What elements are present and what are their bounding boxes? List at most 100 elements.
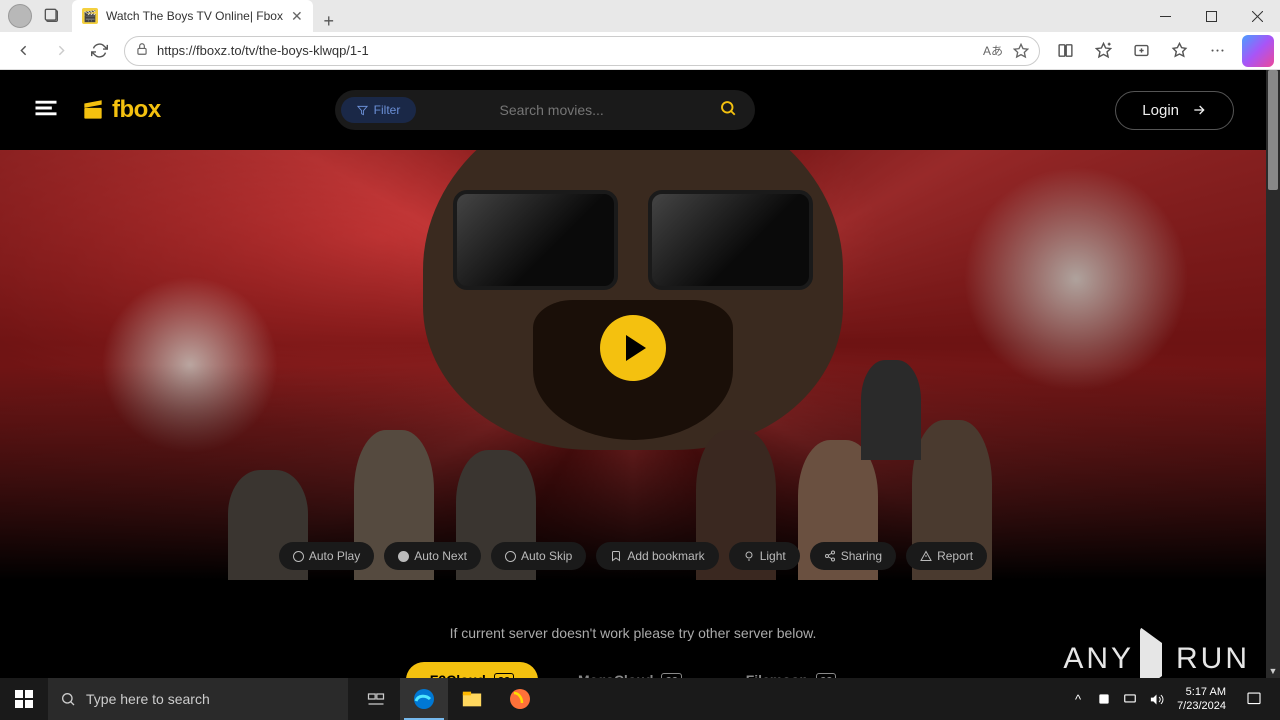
anyrun-watermark: ANY RUN xyxy=(1063,642,1250,676)
filter-button[interactable]: Filter xyxy=(341,97,417,123)
search-wrap: Filter xyxy=(371,90,755,130)
address-actions: Aあ xyxy=(983,42,1029,59)
auto-skip-toggle[interactable]: Auto Skip xyxy=(491,542,586,570)
reader-mode-icon[interactable]: Aあ xyxy=(983,42,1003,59)
light-label: Light xyxy=(760,549,786,563)
search-icon xyxy=(60,691,76,707)
tray-security-icon[interactable] xyxy=(1091,692,1117,706)
tab-strip: 🎬 Watch The Boys TV Online| Fbox ✕ + xyxy=(72,0,1142,32)
collections-icon[interactable] xyxy=(1124,34,1158,68)
page-scrollbar[interactable]: ▲ ▼ xyxy=(1266,70,1280,678)
tab-title: Watch The Boys TV Online| Fbox xyxy=(106,9,283,23)
auto-play-label: Auto Play xyxy=(309,549,360,563)
address-bar[interactable]: https://fboxz.to/tv/the-boys-klwqp/1-1 A… xyxy=(124,36,1040,66)
favorites-icon[interactable] xyxy=(1086,34,1120,68)
watermark-right: RUN xyxy=(1176,642,1250,676)
login-label: Login xyxy=(1142,102,1179,119)
search-icon[interactable] xyxy=(719,99,737,122)
login-button[interactable]: Login xyxy=(1115,91,1234,130)
auto-play-toggle[interactable]: Auto Play xyxy=(279,542,374,570)
clock-time: 5:17 AM xyxy=(1177,685,1226,699)
tray-expand-icon[interactable]: ^ xyxy=(1065,692,1091,707)
forward-button xyxy=(44,34,78,68)
radio-off-icon xyxy=(505,551,516,562)
menu-icon[interactable] xyxy=(1200,34,1234,68)
favorite-icon[interactable] xyxy=(1013,42,1029,59)
lock-icon xyxy=(135,42,149,59)
favicon-icon: 🎬 xyxy=(82,8,98,24)
site-logo[interactable]: fbox xyxy=(80,96,161,124)
play-button[interactable] xyxy=(600,315,666,381)
scroll-thumb[interactable] xyxy=(1268,70,1278,190)
windows-icon xyxy=(15,690,33,708)
split-screen-icon[interactable] xyxy=(1048,34,1082,68)
taskbar-clock[interactable]: 5:17 AM 7/23/2024 xyxy=(1169,685,1234,714)
server-filemoon-button[interactable]: Filemooncc xyxy=(722,662,860,678)
sharing-label: Sharing xyxy=(841,549,882,563)
notifications-icon[interactable] xyxy=(1234,690,1274,708)
tab-actions-icon[interactable] xyxy=(38,2,66,30)
radio-on-icon xyxy=(398,551,409,562)
system-tray: ^ 5:17 AM 7/23/2024 xyxy=(1065,685,1280,714)
hero-character-graphic xyxy=(861,360,921,460)
filter-label: Filter xyxy=(374,103,401,117)
share-icon xyxy=(824,550,836,562)
tray-network-icon[interactable] xyxy=(1117,692,1143,706)
search-box[interactable]: Filter xyxy=(335,90,755,130)
auto-skip-label: Auto Skip xyxy=(521,549,572,563)
report-label: Report xyxy=(937,549,973,563)
firefox-app-icon[interactable] xyxy=(496,678,544,720)
watermark-left: ANY xyxy=(1063,642,1134,676)
arrow-right-icon xyxy=(1191,102,1207,118)
new-tab-button[interactable]: + xyxy=(313,11,345,32)
taskbar-search[interactable]: Type here to search xyxy=(48,678,348,720)
browser-toolbar: https://fboxz.to/tv/the-boys-klwqp/1-1 A… xyxy=(0,32,1280,70)
start-button[interactable] xyxy=(0,678,48,720)
windows-taskbar: Type here to search ^ 5:17 AM 7/23/2024 xyxy=(0,678,1280,720)
server-megacloud-button[interactable]: MegaCloudcc xyxy=(554,662,706,678)
minimize-button[interactable] xyxy=(1142,0,1188,32)
explorer-app-icon[interactable] xyxy=(448,678,496,720)
close-window-button[interactable] xyxy=(1234,0,1280,32)
hamburger-menu-icon[interactable] xyxy=(32,94,60,127)
refresh-button[interactable] xyxy=(82,34,116,68)
logo-text: fbox xyxy=(112,96,161,124)
clapperboard-icon xyxy=(80,97,106,123)
browser-titlebar: 🎬 Watch The Boys TV Online| Fbox ✕ + xyxy=(0,0,1280,32)
light-toggle[interactable]: Light xyxy=(729,542,800,570)
player-controls: Auto Play Auto Next Auto Skip Add bookma… xyxy=(0,542,1266,570)
server-message: If current server doesn't work please tr… xyxy=(0,625,1266,641)
server-f2cloud-button[interactable]: F2Cloudcc xyxy=(406,662,538,678)
report-button[interactable]: Report xyxy=(906,542,987,570)
clock-date: 7/23/2024 xyxy=(1177,699,1226,713)
play-triangle-icon xyxy=(1140,643,1170,675)
radio-off-icon xyxy=(293,551,304,562)
maximize-button[interactable] xyxy=(1188,0,1234,32)
taskbar-search-placeholder: Type here to search xyxy=(86,691,210,707)
auto-next-toggle[interactable]: Auto Next xyxy=(384,542,481,570)
window-controls xyxy=(1142,0,1280,32)
sharing-button[interactable]: Sharing xyxy=(810,542,896,570)
scroll-down-icon[interactable]: ▼ xyxy=(1266,664,1280,678)
auto-next-label: Auto Next xyxy=(414,549,467,563)
tab-active[interactable]: 🎬 Watch The Boys TV Online| Fbox ✕ xyxy=(72,0,313,32)
back-button[interactable] xyxy=(6,34,40,68)
search-input[interactable] xyxy=(385,102,719,118)
close-tab-icon[interactable]: ✕ xyxy=(291,8,303,25)
url-text: https://fboxz.to/tv/the-boys-klwqp/1-1 xyxy=(157,43,369,58)
warning-icon xyxy=(920,550,932,562)
hero-banner xyxy=(0,150,1266,580)
task-view-icon[interactable] xyxy=(352,678,400,720)
lightbulb-icon xyxy=(743,550,755,562)
add-bookmark-label: Add bookmark xyxy=(627,549,704,563)
edge-app-icon[interactable] xyxy=(400,678,448,720)
bookmark-icon xyxy=(610,550,622,562)
add-bookmark-button[interactable]: Add bookmark xyxy=(596,542,718,570)
tray-volume-icon[interactable] xyxy=(1143,692,1169,707)
site-header: fbox Filter Login xyxy=(0,70,1266,150)
extensions-icon[interactable] xyxy=(1162,34,1196,68)
hero-sunglasses-graphic xyxy=(453,190,813,300)
copilot-icon[interactable] xyxy=(1242,35,1274,67)
page-viewport: fbox Filter Login xyxy=(0,70,1280,678)
profile-icon[interactable] xyxy=(8,4,32,28)
